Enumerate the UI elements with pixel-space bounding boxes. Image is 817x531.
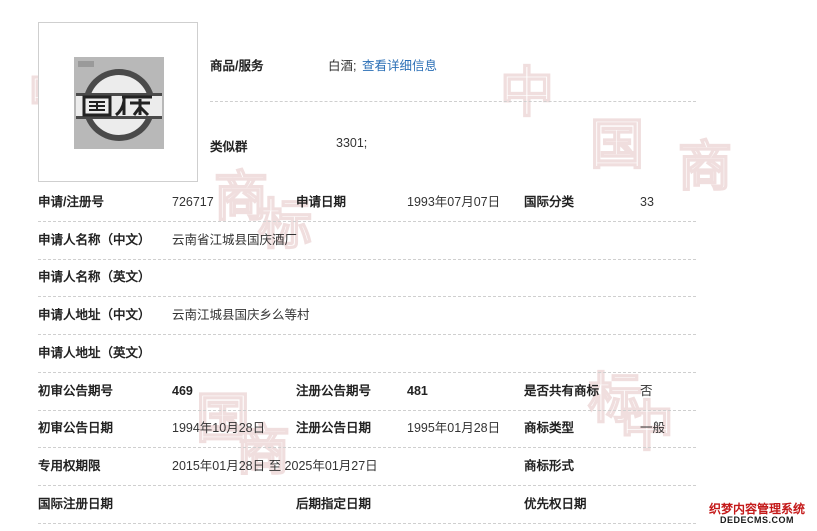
- watermark-glyph: 中: [499, 61, 555, 124]
- field-value: 1995年01月28日: [407, 421, 501, 436]
- field-label: 申请人地址（英文）: [38, 345, 151, 360]
- field-label: 国际分类: [524, 195, 575, 209]
- field-label: 申请/注册号: [38, 195, 104, 209]
- table-row: 国际注册日期 后期指定日期 优先权日期: [38, 486, 696, 524]
- trademark-image[interactable]: [38, 22, 198, 182]
- watermark-badge: 织梦内容管理系统 DEDECMS.COM: [707, 503, 807, 525]
- field-value: 一般: [640, 421, 666, 436]
- field-value: 481: [407, 383, 428, 398]
- field-value: 2015年01月28日 至 2025年01月27日: [172, 458, 378, 473]
- field-value: 1994年10月28日: [172, 421, 266, 436]
- trademark-logo: [74, 57, 164, 149]
- field-label: 申请日期: [296, 195, 347, 209]
- table-row: 申请人名称（中文） 云南省江城县国庆酒厂: [38, 222, 696, 260]
- field-label: 商标类型: [524, 421, 575, 436]
- row-divider: [38, 522, 696, 524]
- badge-line-1: 织梦内容管理系统: [708, 502, 805, 516]
- field-value: 33: [640, 195, 654, 209]
- field-label: 优先权日期: [524, 496, 587, 511]
- field-value: 469: [172, 383, 193, 398]
- table-row: 初审公告日期 1994年10月28日 注册公告日期 1995年01月28日 商标类型 一般: [38, 410, 696, 449]
- similar-group-value: 3301;: [336, 136, 368, 150]
- field-value: 云南省江城县国庆酒厂: [172, 232, 298, 247]
- view-detail-link[interactable]: 查看详细信息: [362, 55, 437, 74]
- field-value: 726717: [172, 195, 214, 209]
- field-label: 后期指定日期: [296, 496, 372, 511]
- field-label: 注册公告期号: [296, 383, 372, 398]
- similar-group-label: 类似群: [210, 140, 248, 154]
- field-label: 申请人名称（中文）: [38, 232, 151, 247]
- goods-services-value: 白酒;: [328, 59, 357, 73]
- field-label: 申请人地址（中文）: [38, 308, 151, 323]
- table-row: 申请人名称（英文）: [38, 259, 696, 298]
- field-label: 初审公告日期: [38, 421, 114, 436]
- field-label: 专用权期限: [38, 458, 101, 473]
- table-row: 专用权期限 2015年01月28日 至 2025年01月27日 商标形式: [38, 448, 696, 486]
- table-row: 申请人地址（英文）: [38, 335, 696, 373]
- goods-services-label: 商品/服务: [210, 59, 264, 73]
- field-label: 国际注册日期: [38, 496, 114, 511]
- divider: [210, 101, 696, 102]
- table-row: 申请人地址（中文） 云南江城县国庆乡么等村: [38, 297, 696, 336]
- table-row: 初审公告期号 469 注册公告期号 481 是否共有商标 否: [38, 373, 696, 411]
- field-label: 商标形式: [524, 458, 575, 473]
- field-label: 注册公告日期: [296, 421, 372, 436]
- field-label: 初审公告期号: [38, 383, 114, 398]
- badge-line-2: DEDECMS.COM: [719, 515, 794, 525]
- field-value: 云南江城县国庆乡么等村: [172, 308, 310, 323]
- field-value: 1993年07月07日: [407, 195, 501, 209]
- field-label: 申请人名称（英文）: [38, 270, 151, 285]
- watermark-glyph: 国: [589, 113, 645, 176]
- table-row: 申请/注册号 726717 申请日期 1993年07月07日 国际分类 33: [38, 184, 696, 222]
- field-label: 是否共有商标: [524, 383, 600, 398]
- field-value: 否: [640, 383, 653, 398]
